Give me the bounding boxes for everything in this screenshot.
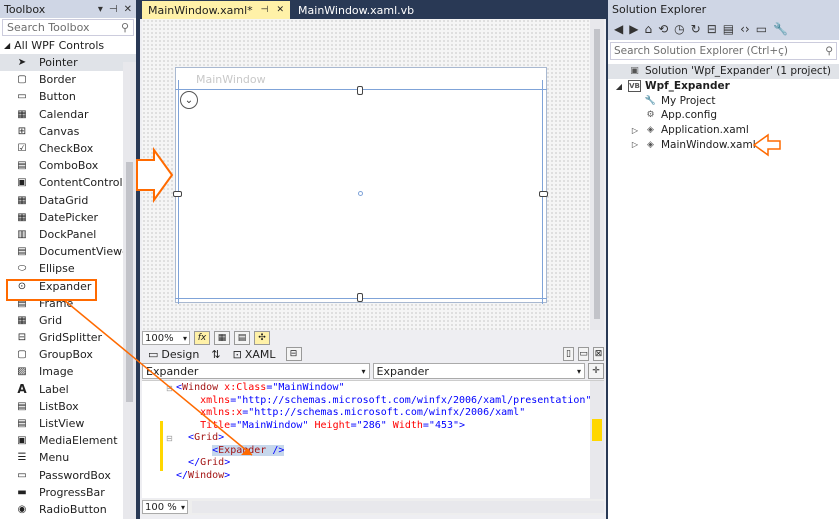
drag-arrow-head <box>241 448 252 455</box>
annotation-overlay <box>63 133 781 456</box>
solution-pointer-arrow <box>752 133 781 157</box>
designer-pointer-arrow <box>136 146 174 204</box>
drag-arrow-line <box>63 299 253 456</box>
